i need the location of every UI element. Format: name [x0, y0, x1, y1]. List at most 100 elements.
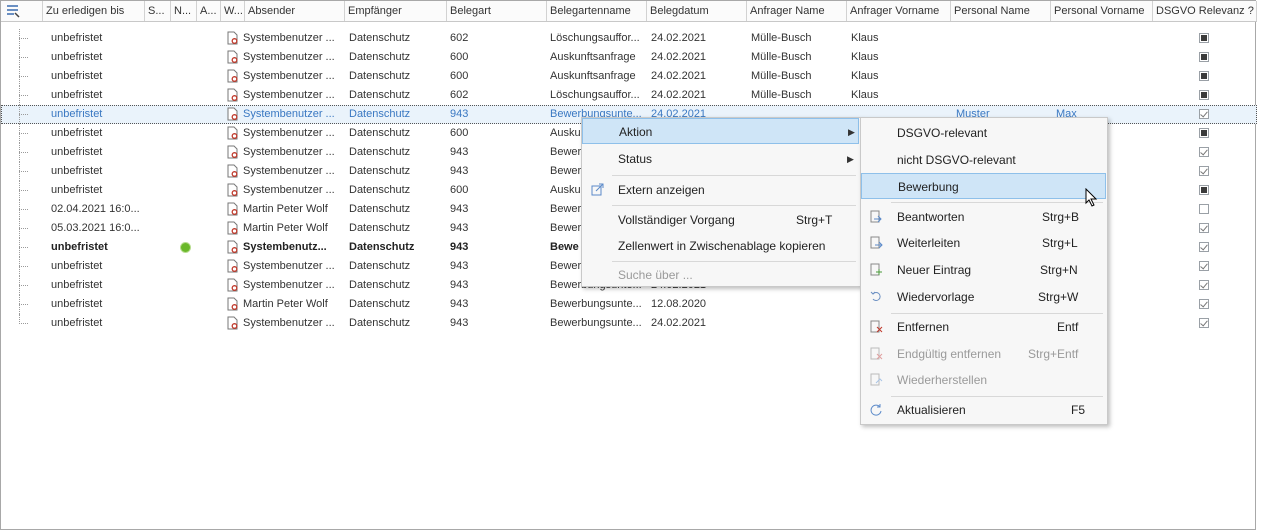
dsgvo-checkbox[interactable]	[1199, 128, 1209, 138]
cell-belegdatum: 24.02.2021	[651, 51, 707, 63]
dsgvo-checkbox[interactable]	[1199, 52, 1209, 62]
submenu-item-wiedervorlage[interactable]: Wiedervorlage Strg+W	[861, 284, 1106, 310]
document-seal-icon	[227, 164, 238, 178]
cell-belegart: 943	[450, 203, 469, 215]
col-n[interactable]: N...	[171, 1, 197, 21]
col-w[interactable]: W...	[221, 1, 245, 21]
cell-anfrager-name	[751, 295, 843, 314]
submenu-item-weiterleiten[interactable]: Weiterleiten Strg+L	[861, 230, 1106, 256]
dsgvo-checkbox[interactable]	[1199, 223, 1209, 233]
table-row[interactable]: unbefristet Systembenutzer ... Datenschutz…	[1, 29, 1257, 48]
cell-zu-erledigen-bis: unbefristet	[51, 184, 103, 196]
col-personal-vorname[interactable]: Personal Vorname	[1051, 1, 1153, 21]
col-empfaenger[interactable]: Empfänger	[345, 1, 447, 21]
dsgvo-checkbox[interactable]	[1199, 166, 1209, 176]
delete-permanent-icon	[870, 347, 883, 360]
menu-item-zellenwert-kopieren[interactable]: Zellenwert in Zwischenablage kopieren	[582, 233, 859, 259]
col-absender[interactable]: Absender	[245, 1, 345, 21]
dsgvo-checkbox[interactable]	[1199, 185, 1209, 195]
submenu-item-aktualisieren[interactable]: Aktualisieren F5	[861, 397, 1106, 423]
document-seal-icon	[227, 145, 238, 159]
submenu-item-dsgvo-relevant[interactable]: DSGVO-relevant	[861, 120, 1106, 146]
document-seal-icon	[227, 221, 238, 235]
table-row[interactable]: unbefristet Systembenutzer ... Datenschutz…	[1, 48, 1257, 67]
column-chooser-button[interactable]	[1, 1, 43, 21]
external-view-icon	[591, 183, 604, 196]
cell-anfrager-vorname: Klaus	[851, 89, 879, 101]
cell-personal-name	[956, 29, 1048, 48]
document-seal-icon	[227, 31, 238, 45]
table-row[interactable]: unbefristet Systembenutzer ... Datenschutz…	[1, 67, 1257, 86]
cell-empfaenger: Datenschutz	[349, 260, 411, 272]
cell-zu-erledigen-bis: unbefristet	[51, 32, 103, 44]
submenu-item-endgueltig-entfernen[interactable]: Endgültig entfernen Strg+Entf	[861, 341, 1106, 367]
submenu-item-bewerbung[interactable]: Bewerbung	[861, 173, 1106, 199]
dsgvo-checkbox[interactable]	[1199, 204, 1209, 214]
chevron-right-icon: ▶	[848, 127, 855, 137]
col-personal-name[interactable]: Personal Name	[951, 1, 1051, 21]
dsgvo-checkbox[interactable]	[1199, 299, 1209, 309]
dsgvo-checkbox[interactable]	[1199, 147, 1209, 157]
remove-icon	[870, 320, 883, 333]
cell-absender: Systembenutzer ...	[243, 51, 335, 63]
col-anfrager-vorname[interactable]: Anfrager Vorname	[847, 1, 951, 21]
cell-zu-erledigen-bis: unbefristet	[51, 317, 103, 329]
submenu-item-entfernen[interactable]: Entfernen Entf	[861, 314, 1106, 340]
cell-belegartenname: Auskunftsanfrage	[550, 70, 636, 82]
cell-absender: Martin Peter Wolf	[243, 298, 328, 310]
dsgvo-checkbox[interactable]	[1199, 318, 1209, 328]
menu-item-vollstaendiger-vorgang[interactable]: Vollständiger Vorgang Strg+T	[582, 207, 859, 233]
cell-empfaenger: Datenschutz	[349, 222, 411, 234]
cell-anfrager-vorname: Klaus	[851, 32, 879, 44]
cell-belegartenname: Bewerbungsunte...	[550, 298, 642, 310]
col-s[interactable]: S...	[145, 1, 171, 21]
reply-icon	[870, 210, 882, 223]
col-anfrager-name[interactable]: Anfrager Name	[747, 1, 847, 21]
cell-belegart: 600	[450, 184, 469, 196]
dsgvo-checkbox[interactable]	[1199, 242, 1209, 252]
submenu-item-wiederherstellen[interactable]: Wiederherstellen	[861, 367, 1106, 393]
col-zu-erledigen-bis[interactable]: Zu erledigen bis	[43, 1, 145, 21]
menu-item-suche-ueber[interactable]: Suche über ...	[582, 262, 859, 288]
cell-zu-erledigen-bis: unbefristet	[51, 298, 103, 310]
cell-absender: Systembenutzer ...	[243, 89, 335, 101]
col-belegdatum[interactable]: Belegdatum	[647, 1, 747, 21]
col-belegart[interactable]: Belegart	[447, 1, 547, 21]
submenu-item-beantworten[interactable]: Beantworten Strg+B	[861, 204, 1106, 230]
cell-belegart: 602	[450, 89, 469, 101]
col-dsgvo-relevanz[interactable]: DSGVO Relevanz ?	[1153, 1, 1257, 21]
menu-item-status[interactable]: Status ▶	[582, 146, 859, 172]
tree-connector	[19, 314, 29, 333]
cell-belegartenname: Bewerbungsunte...	[550, 317, 642, 329]
col-belegartenname[interactable]: Belegartenname	[547, 1, 647, 21]
dsgvo-checkbox[interactable]	[1199, 261, 1209, 271]
cell-empfaenger: Datenschutz	[349, 241, 415, 253]
cell-belegart: 943	[450, 317, 469, 329]
cell-zu-erledigen-bis: unbefristet	[51, 89, 103, 101]
col-a[interactable]: A...	[197, 1, 221, 21]
cell-absender: Systembenutzer ...	[243, 127, 335, 139]
dsgvo-checkbox[interactable]	[1199, 71, 1209, 81]
dsgvo-checkbox[interactable]	[1199, 109, 1209, 119]
mouse-cursor-icon	[1085, 188, 1098, 207]
menu-item-extern-anzeigen[interactable]: Extern anzeigen	[582, 177, 859, 203]
dsgvo-checkbox[interactable]	[1199, 280, 1209, 290]
cell-zu-erledigen-bis: unbefristet	[51, 241, 108, 253]
cell-absender: Systembenutzer ...	[243, 184, 335, 196]
submenu-item-nicht-dsgvo-relevant[interactable]: nicht DSGVO-relevant	[861, 147, 1106, 173]
cell-belegart: 943	[450, 260, 469, 272]
cell-anfrager-vorname: Klaus	[851, 70, 879, 82]
menu-separator	[612, 175, 856, 176]
dsgvo-checkbox[interactable]	[1199, 90, 1209, 100]
forward-icon	[870, 236, 883, 249]
menu-item-aktion[interactable]: Aktion ▶	[582, 118, 859, 144]
table-row[interactable]: unbefristet Systembenutzer ... Datenschutz…	[1, 86, 1257, 105]
cell-absender: Martin Peter Wolf	[243, 222, 328, 234]
dsgvo-checkbox[interactable]	[1199, 33, 1209, 43]
context-menu: Aktion ▶ Status ▶ Extern anzeigen Vollst…	[581, 117, 861, 287]
cell-empfaenger: Datenschutz	[349, 279, 411, 291]
submenu-item-neuer-eintrag[interactable]: Neuer Eintrag Strg+N	[861, 257, 1106, 283]
cell-belegdatum: 24.02.2021	[651, 32, 707, 44]
tree-connector	[19, 105, 29, 124]
refresh-icon	[870, 404, 882, 416]
